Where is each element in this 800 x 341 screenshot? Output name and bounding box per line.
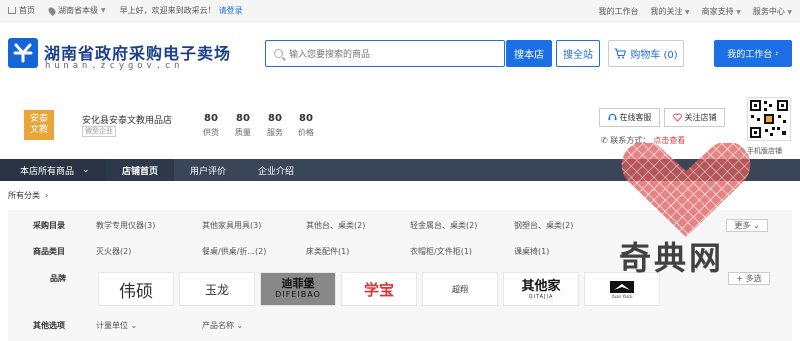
top-link-merchant[interactable]: 商家支持 ▼ [702, 6, 741, 17]
online-service-button[interactable]: 在线客服 [599, 108, 660, 127]
watermark-heart [621, 143, 751, 237]
filter-option[interactable]: 课桌椅(1) [514, 246, 618, 257]
greeting: 早上好，欢迎来到政采云！ 请登录 [119, 5, 243, 16]
brand-logo[interactable]: 伟硕 [98, 272, 174, 306]
filter-option[interactable]: 衣帽柜/文件柜(1) [410, 246, 514, 257]
chevron-down-icon: ▼ [101, 7, 106, 14]
breadcrumb[interactable]: 所有分类 › [8, 190, 48, 201]
top-link-workbench[interactable]: 我的工作台 [598, 6, 638, 17]
chevron-right-icon: › [775, 48, 779, 59]
filter-option[interactable]: 钢塑台、桌类(2) [514, 220, 618, 231]
home-link[interactable]: 首页 [8, 5, 35, 16]
qr-code-icon [747, 97, 791, 141]
workbench-button[interactable]: 我的工作台 › [714, 40, 792, 67]
filter-row-brand: 品牌 [50, 273, 66, 283]
search-input[interactable] [289, 48, 489, 59]
bird-logo-icon [610, 280, 634, 293]
search-store-button[interactable]: 搜本店 [506, 40, 552, 67]
score-service: 80 服务 [267, 113, 283, 137]
heart-icon [672, 113, 682, 122]
filter-option[interactable]: 教学专用仪器(3) [96, 220, 202, 231]
score-supply: 80 供货 [203, 113, 219, 137]
chevron-down-icon: ▼ [736, 8, 741, 16]
home-icon [8, 7, 16, 14]
nav-all-products[interactable]: 本店所有商品 ⌄ [0, 159, 106, 181]
nav-company-intro[interactable]: 企业介绍 [242, 159, 310, 181]
chevron-down-icon: ▼ [685, 8, 690, 16]
chevron-down-icon: ▼ [787, 8, 792, 16]
cart-button[interactable]: 购物车 (0) [608, 40, 684, 67]
filter-option[interactable]: 餐桌/供桌/折...(2) [202, 246, 306, 257]
filter-option[interactable]: 轻金属台、桌类(2) [410, 220, 514, 231]
chevron-down-icon: ⌄ [130, 320, 138, 330]
nav-user-reviews[interactable]: 用户评价 [174, 159, 242, 181]
top-link-service[interactable]: 服务中心 ▼ [753, 6, 792, 17]
cart-icon [614, 48, 627, 59]
brand-logo[interactable]: 玉龙 [179, 272, 255, 306]
search-icon [274, 49, 283, 58]
search-box[interactable] [265, 40, 505, 67]
headset-icon [607, 113, 617, 121]
shop-name[interactable]: 安化县安泰文教用品店 [82, 113, 172, 126]
filter-option[interactable]: 其他家具用具(3) [202, 220, 306, 231]
filter-option[interactable]: 灭火器(2) [96, 246, 202, 257]
login-link[interactable]: 请登录 [219, 5, 243, 16]
chevron-down-icon: ⌄ [752, 221, 760, 230]
filter-option[interactable]: 其他台、桌类(2) [306, 220, 410, 231]
brand-logo[interactable]: 超翔 [422, 272, 498, 306]
region-selector[interactable]: 湖南省本级 ▼ [47, 5, 106, 16]
filter-option[interactable]: 床类配件(1) [306, 246, 410, 257]
nav-shop-home[interactable]: 店铺首页 [106, 159, 175, 181]
brand-logo[interactable]: 迪菲堡 DIFEIBAO [260, 272, 336, 306]
shop-logo[interactable]: 安泰 文教 [24, 110, 54, 140]
chevron-right-icon: › [45, 191, 49, 200]
search-all-button[interactable]: 搜全站 [556, 40, 600, 67]
logo-mark-icon [13, 43, 33, 63]
location-pin-icon [47, 5, 57, 16]
brand-logo[interactable]: 学宝 [341, 272, 417, 306]
top-bar: 首页 湖南省本级 ▼ 早上好，欢迎来到政采云！ 请登录 我的工作台 我的关注 ▼ 商… [0, 0, 800, 22]
filter-row-other: 其他选项 计量单位 ⌄ 产品名称 ⌄ [8, 314, 792, 336]
chevron-down-icon: ⌄ [236, 320, 244, 330]
top-link-follow[interactable]: 我的关注 ▼ [650, 6, 689, 17]
score-price: 80 价格 [298, 113, 314, 137]
brand-logo[interactable]: 其他家 QITAJIA [503, 272, 579, 306]
site-logo-icon[interactable] [8, 38, 38, 68]
chevron-down-icon: ⌄ [82, 165, 90, 175]
filter-dropdown-name[interactable]: 产品名称 ⌄ [202, 320, 306, 331]
watermark-text: 奇典网 [619, 239, 725, 277]
filter-dropdown-unit[interactable]: 计量单位 ⌄ [96, 320, 202, 331]
site-domain: hunan.zcygov.cn [45, 61, 184, 71]
score-quality: 80 质量 [235, 113, 251, 137]
multi-select-button[interactable]: + 多选 [728, 272, 770, 285]
phone-icon: ✆ [601, 136, 608, 145]
qr-caption: 手机版店铺 [747, 147, 782, 155]
enterprise-tag: 微型企业 [82, 126, 116, 137]
follow-shop-button[interactable]: 关注店铺 [664, 108, 725, 127]
